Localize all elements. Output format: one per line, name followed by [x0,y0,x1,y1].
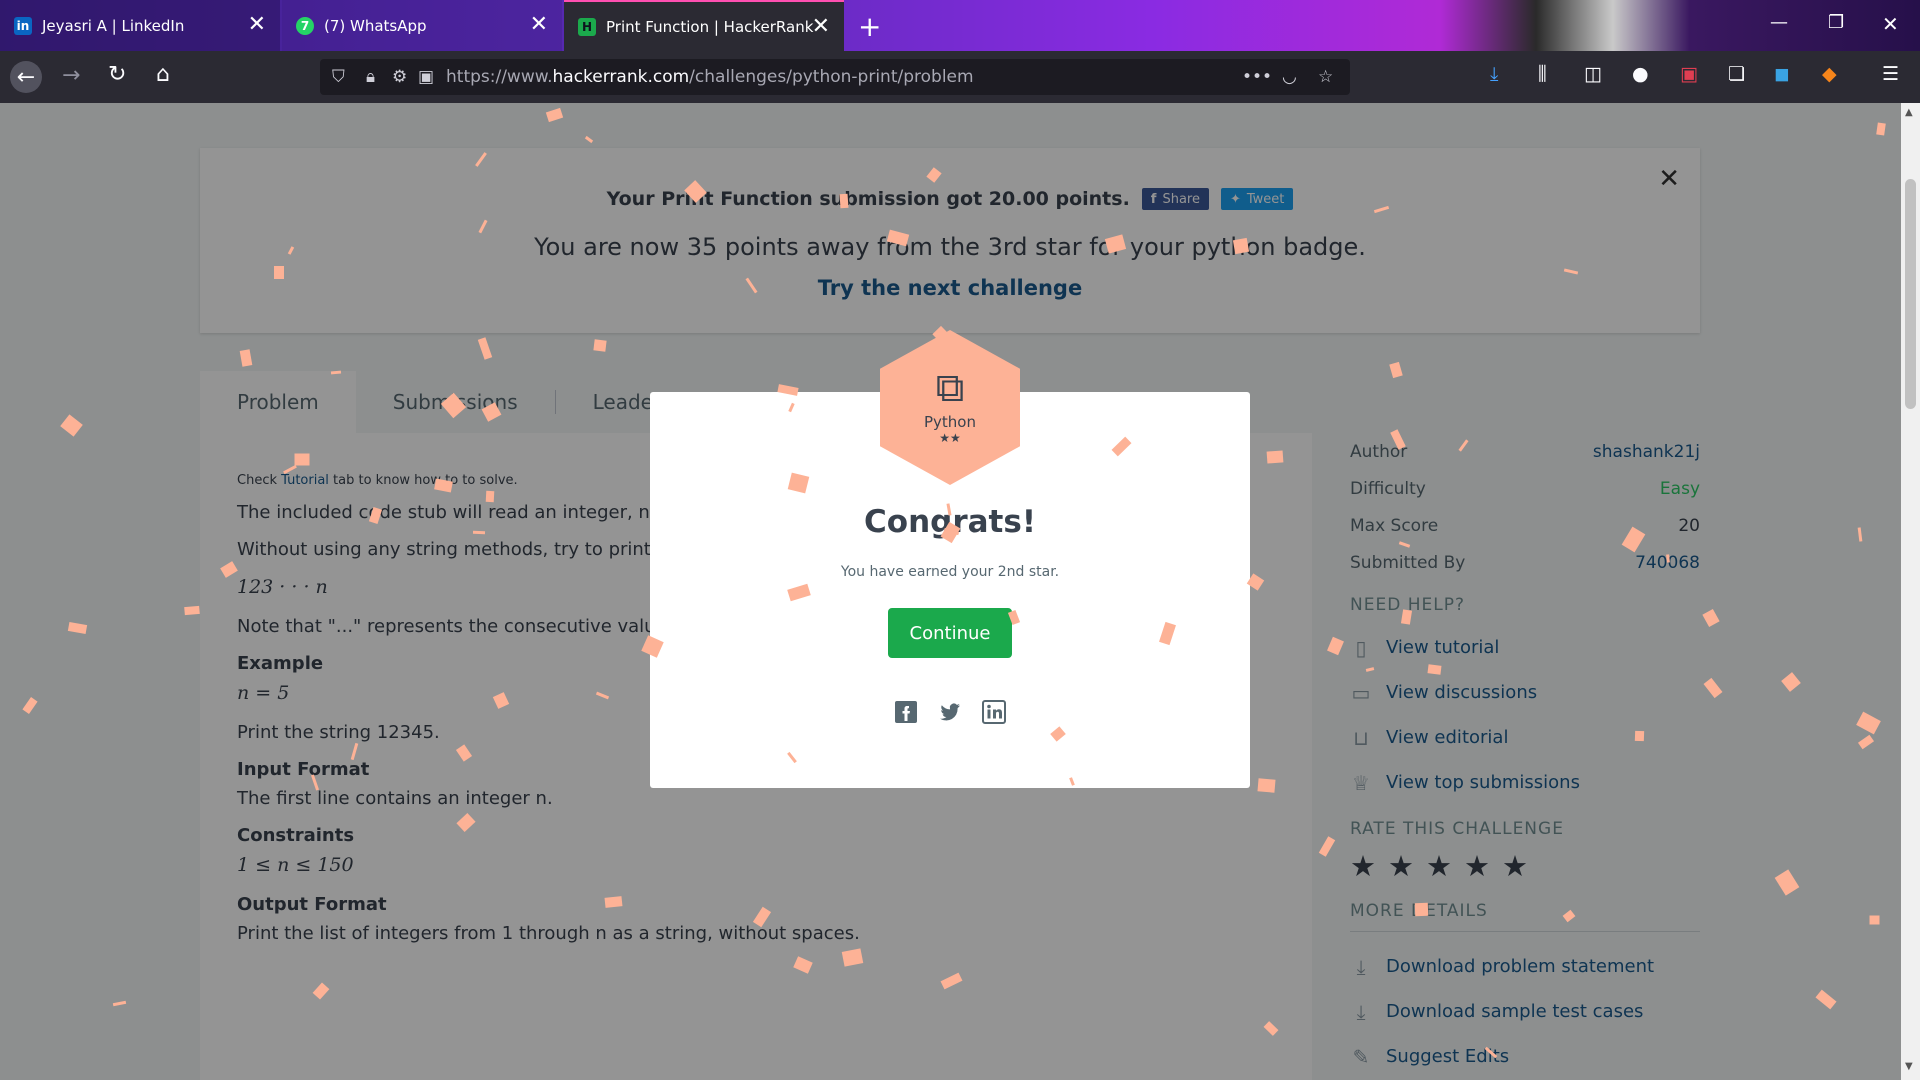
lock-icon[interactable]: 🔒︎ [366,67,375,87]
continue-button[interactable]: Continue [888,608,1012,658]
confetti-piece [839,193,849,209]
pocket-icon[interactable]: ◡ [1282,67,1297,87]
sidebar-icon[interactable]: ◫ [1584,63,1602,85]
url-host: hackerrank.com [552,67,690,87]
extension-j-icon[interactable]: ● [1632,63,1649,85]
close-icon[interactable]: ✕ [248,14,266,36]
close-icon[interactable]: ✕ [530,14,548,36]
linkedin-favicon-icon: in [14,16,32,35]
url-bar[interactable]: ⛉ 🔒︎ ⚙ ▣ https://www. hackerrank.com/chal… [320,59,1350,95]
library-icon[interactable]: ⫼ [1538,63,1547,85]
confetti-piece [184,605,200,616]
reload-icon[interactable]: ↻ [108,62,126,87]
close-icon[interactable]: ✕ [812,16,830,38]
tab-title: Jeyasri A | LinkedIn [42,16,185,35]
confetti-piece [1414,902,1429,917]
confetti-piece [1869,915,1880,925]
bookmark-star-icon[interactable]: ☆ [1318,67,1333,87]
tab-whatsapp[interactable]: 7 (7) WhatsApp ✕ [282,0,562,51]
confetti-piece [1427,664,1442,675]
url-path: /challenges/python-print/problem [689,67,974,87]
confetti-piece [1634,730,1645,742]
permissions-icon[interactable]: ⚙ [392,67,407,87]
modal-subtitle: You have earned your 2nd star. [840,564,1060,580]
badge-label: Python [924,412,976,431]
confetti-piece [1257,778,1276,793]
download-icon[interactable]: ⤓ [1490,63,1498,85]
confetti-piece [1876,122,1886,136]
pocket-extension-icon[interactable]: ▣ [1680,63,1698,85]
scroll-down-arrow-icon[interactable]: ▼ [1905,1061,1913,1072]
python-logo-icon: ⧉ [935,364,965,411]
whatsapp-favicon-icon: 7 [296,16,314,35]
tab-title: Print Function | HackerRank [606,17,814,36]
badge-stars: ★★ [939,430,961,445]
forward-arrow-icon[interactable]: → [62,63,80,88]
extension-s-icon[interactable]: ◼ [1774,63,1790,85]
confetti-piece [1232,237,1250,255]
confetti-piece [485,490,495,503]
restore-icon[interactable]: ❐ [1828,12,1844,33]
confetti-piece [472,530,486,535]
linkedin-icon[interactable] [982,700,1006,724]
minimize-icon[interactable]: — [1770,12,1788,33]
facebook-icon[interactable] [894,700,918,724]
confetti-piece [1266,450,1284,464]
congrats-modal: ⧉ Python ★★ Congrats! You have earned yo… [650,330,1250,788]
modal-share-row [650,700,1250,724]
url-prefix: https://www. [446,67,553,87]
tab-hackerrank[interactable]: H Print Function | HackerRank ✕ [564,0,844,51]
scroll-up-arrow-icon[interactable]: ▲ [1905,107,1913,118]
confetti-piece [274,266,284,279]
more-actions-icon[interactable]: ••• [1242,67,1272,87]
back-arrow-icon[interactable]: ← [10,61,42,93]
shield-icon[interactable]: ⛉ [332,67,345,87]
home-icon[interactable]: ⌂ [156,62,170,87]
scroll-thumb[interactable] [1905,179,1916,409]
window-close-icon[interactable]: ✕ [1882,12,1899,36]
tab-title: (7) WhatsApp [324,16,427,35]
confetti-piece [604,896,623,908]
page-info-icon[interactable]: ▣ [418,67,434,87]
hackerrank-favicon-icon: H [578,17,596,36]
menu-hamburger-icon[interactable]: ☰ [1882,63,1899,85]
browser-tab-bar: in Jeyasri A | LinkedIn ✕ 7 (7) WhatsApp… [0,0,1920,51]
tab-linkedin[interactable]: in Jeyasri A | LinkedIn ✕ [0,0,280,51]
twitter-icon[interactable] [938,700,962,724]
confetti-piece [593,339,607,352]
confetti-piece [294,453,310,466]
browser-nav-bar: ← → ↻ ⌂ ⛉ 🔒︎ ⚙ ▣ https://www. hackerrank.… [0,51,1920,103]
metamask-fox-icon[interactable]: ◆ [1822,63,1837,85]
extension-copy-icon[interactable]: ❏ [1728,63,1745,85]
page-scrollbar[interactable]: ▲ ▼ [1901,103,1920,1080]
new-tab-plus-icon[interactable]: + [858,10,881,43]
